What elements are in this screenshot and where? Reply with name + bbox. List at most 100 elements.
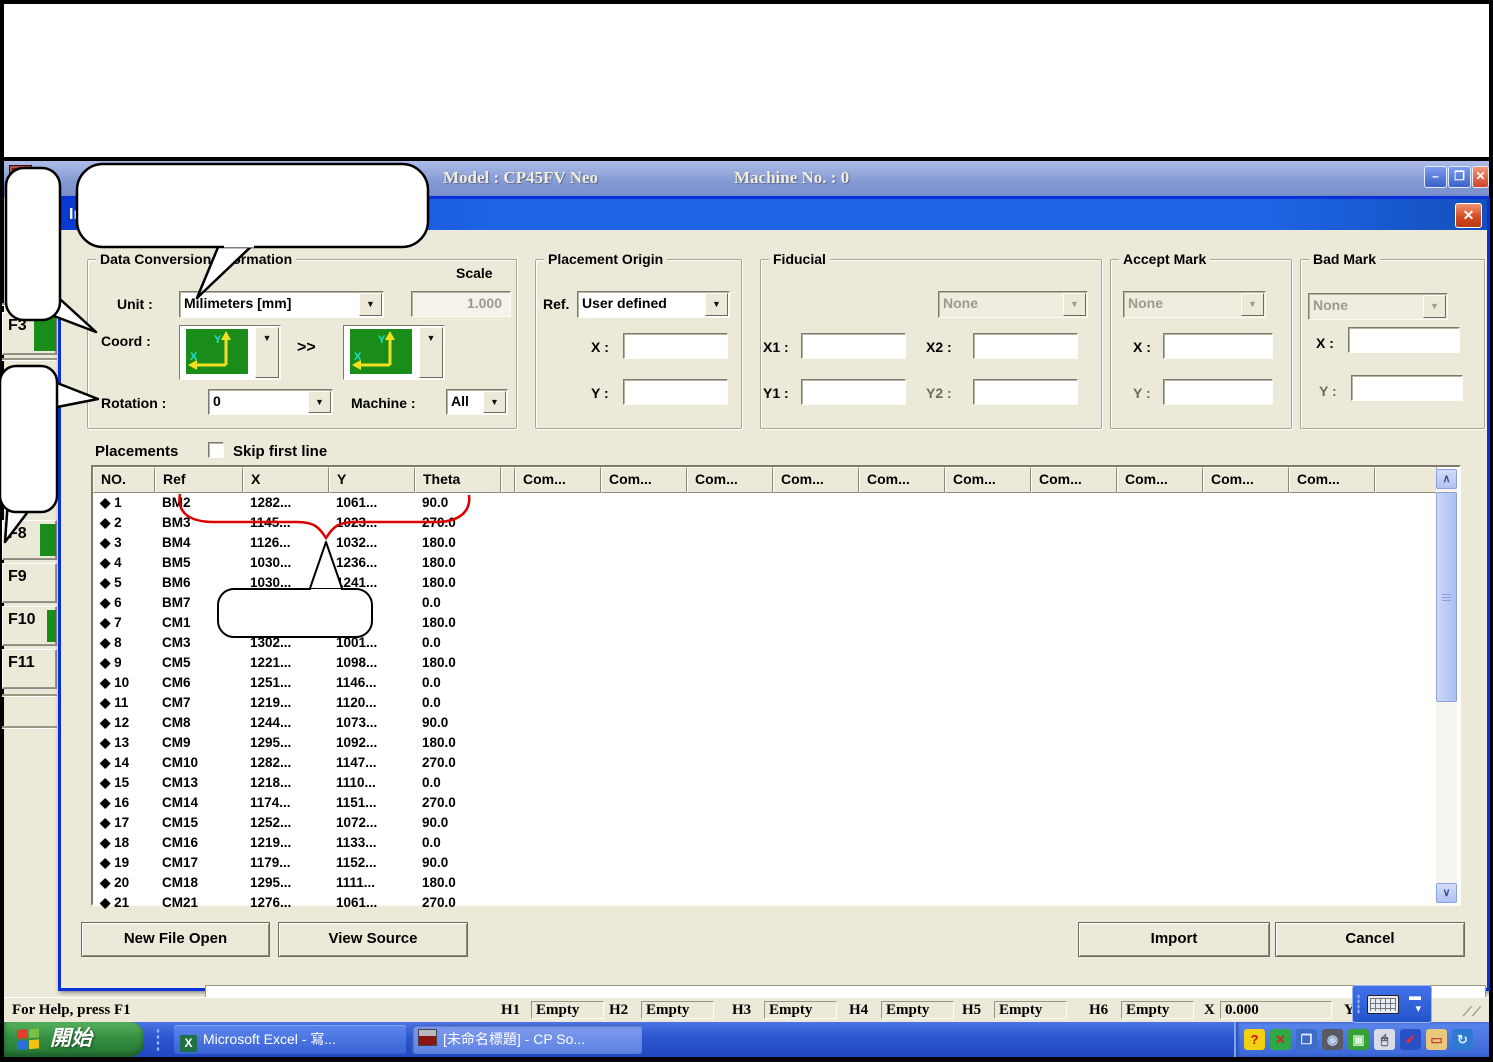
col-y: 1061... (329, 493, 415, 513)
column-header[interactable]: Ref (155, 467, 243, 493)
placement-row[interactable]: ◆ 21CM211276...1061...270.0 (93, 893, 1459, 913)
placement-row[interactable]: ◆ 2BM31145...1023...270.0 (93, 513, 1459, 533)
placement-row[interactable]: ◆ 17CM151252...1072...90.0 (93, 813, 1459, 833)
svg-text:Y: Y (378, 334, 386, 346)
maximize-button[interactable]: ❐ (1448, 166, 1471, 188)
status-field-label: H1 (501, 1002, 520, 1019)
tray-status-icon[interactable]: ✕ (1270, 1029, 1291, 1050)
dropdown-arrow-icon: ▼ (1241, 293, 1264, 316)
column-header[interactable]: Com... (1117, 467, 1203, 493)
placement-row[interactable]: ◆ 3BM41126...1032...180.0 (93, 533, 1459, 553)
bad-x-input[interactable] (1348, 327, 1460, 353)
placement-row[interactable]: ◆ 13CM91295...1092...180.0 (93, 733, 1459, 753)
column-header[interactable]: Com... (1203, 467, 1289, 493)
fkey-button-f11[interactable]: F11 (2, 649, 57, 689)
placement-row[interactable]: ◆ 18CM161219...1133...0.0 (93, 833, 1459, 853)
accept-x-input[interactable] (1163, 333, 1273, 359)
tray-device-icon[interactable]: ▣ (1348, 1029, 1369, 1050)
placement-row[interactable]: ◆ 11CM71219...1120...0.0 (93, 693, 1459, 713)
dropdown-arrow-icon[interactable]: ▼ (419, 327, 443, 378)
tray-update-icon[interactable]: ↻ (1452, 1029, 1473, 1050)
view-source-button[interactable]: View Source (278, 922, 468, 957)
unit-dropdown[interactable]: Milimeters [mm] ▼ (179, 291, 384, 318)
coord-source-dropdown[interactable]: Y X ▼ (179, 325, 281, 380)
langbar-minimize-icon[interactable]: ▬ (1409, 989, 1421, 1003)
dropdown-arrow-icon[interactable]: ▼ (308, 391, 331, 413)
dropdown-arrow-icon[interactable]: ▼ (705, 293, 728, 316)
placement-row[interactable]: ◆ 4BM51030...1236...180.0 (93, 553, 1459, 573)
language-bar[interactable]: ▬ ▾ (1352, 985, 1432, 1023)
scroll-down-icon[interactable]: ∨ (1436, 883, 1457, 903)
taskbar-task-excel[interactable]: XMicrosoft Excel - 寫... (174, 1025, 406, 1054)
scroll-up-icon[interactable]: ∧ (1436, 469, 1457, 489)
fkey-button-f9[interactable]: F9 (2, 563, 57, 603)
start-button[interactable]: 開始 (4, 1022, 144, 1057)
dialog-close-button[interactable]: ✕ (1455, 203, 1482, 228)
tray-help-icon[interactable]: ? (1244, 1029, 1265, 1050)
placement-row[interactable]: ◆ 8CM31302...1001...0.0 (93, 633, 1459, 653)
placement-row[interactable]: ◆ 7CM1180.0 (93, 613, 1459, 633)
langbar-options-icon[interactable]: ▾ (1415, 1002, 1421, 1015)
fiducial-x2-input[interactable] (973, 333, 1078, 359)
minimize-button[interactable]: – (1424, 166, 1447, 188)
tray-audio-icon[interactable]: ◉ (1322, 1029, 1343, 1050)
placement-row[interactable]: ◆ 16CM141174...1151...270.0 (93, 793, 1459, 813)
placement-row[interactable]: ◆ 14CM101282...1147...270.0 (93, 753, 1459, 773)
origin-y-input[interactable] (623, 379, 728, 405)
bad-y-input[interactable] (1351, 375, 1463, 401)
placement-row[interactable]: ◆ 9CM51221...1098...180.0 (93, 653, 1459, 673)
placement-row[interactable]: ◆ 20CM181295...1111...180.0 (93, 873, 1459, 893)
tray-network-icon[interactable]: ❐ (1296, 1029, 1317, 1050)
skip-first-line-checkbox[interactable] (208, 442, 224, 458)
tray-input-icon[interactable]: ✔ (1400, 1029, 1421, 1050)
column-header[interactable]: Com... (859, 467, 945, 493)
placement-row[interactable]: ◆ 12CM81244...1073...90.0 (93, 713, 1459, 733)
ref-dropdown[interactable]: User defined ▼ (577, 291, 730, 318)
placement-row[interactable]: ◆ 15CM131218...1110...0.0 (93, 773, 1459, 793)
column-header[interactable]: Theta (415, 467, 501, 493)
machine-dropdown[interactable]: All ▼ (446, 389, 508, 415)
dropdown-arrow-icon[interactable]: ▼ (359, 293, 382, 316)
column-header[interactable]: NO. (93, 467, 155, 493)
dropdown-arrow-icon[interactable]: ▼ (255, 327, 279, 378)
coord-target-dropdown[interactable]: Y X ▼ (343, 325, 445, 380)
start-label: 開始 (50, 1022, 92, 1056)
cancel-button[interactable]: Cancel (1275, 922, 1465, 957)
column-header[interactable]: X (243, 467, 329, 493)
placement-row[interactable]: ◆ 10CM61251...1146...0.0 (93, 673, 1459, 693)
column-header[interactable]: Com... (773, 467, 859, 493)
column-header[interactable]: Com... (687, 467, 773, 493)
fiducial-x1-input[interactable] (801, 333, 906, 359)
column-header[interactable]: Com... (601, 467, 687, 493)
close-button[interactable]: ✕ (1472, 166, 1489, 188)
keyboard-icon[interactable] (1367, 995, 1399, 1014)
fiducial-y1-input[interactable] (801, 379, 906, 405)
rotation-dropdown[interactable]: 0 ▼ (208, 389, 333, 415)
placement-row[interactable]: ◆ 6BM70.0 (93, 593, 1459, 613)
scrollbar-thumb[interactable] (1436, 492, 1457, 702)
status-field-value: Empty (531, 1001, 604, 1019)
dropdown-arrow-icon[interactable]: ▼ (483, 391, 506, 413)
placement-row[interactable]: ◆ 5BM61030...1241...180.0 (93, 573, 1459, 593)
tray-display-icon[interactable]: ▭ (1426, 1029, 1447, 1050)
placement-row[interactable]: ◆ 19CM171179...1152...90.0 (93, 853, 1459, 873)
placement-row[interactable]: ◆ 1BM21282...1061...90.0 (93, 493, 1459, 513)
column-header[interactable]: Com... (945, 467, 1031, 493)
column-header[interactable]: Com... (1289, 467, 1375, 493)
vertical-scrollbar[interactable]: ∧ ∨ (1436, 469, 1457, 902)
col-y: 1061... (329, 893, 415, 913)
taskbar-task-cp[interactable]: [未命名標題] - CP So... (412, 1025, 642, 1054)
import-button[interactable]: Import (1078, 922, 1270, 957)
origin-x-input[interactable] (623, 333, 728, 359)
column-header[interactable]: Com... (515, 467, 601, 493)
fiducial-y2-input[interactable] (973, 379, 1078, 405)
column-header[interactable] (501, 467, 515, 493)
column-header[interactable]: Com... (1031, 467, 1117, 493)
accept-y-input[interactable] (1163, 379, 1273, 405)
langbar-grip[interactable] (1357, 994, 1360, 1014)
new-file-open-button[interactable]: New File Open (81, 922, 270, 957)
column-header[interactable] (1375, 467, 1437, 493)
column-header[interactable]: Y (329, 467, 415, 493)
tray-mouse-icon[interactable]: 🖰 (1374, 1029, 1395, 1050)
group-label: Accept Mark (1119, 251, 1210, 267)
